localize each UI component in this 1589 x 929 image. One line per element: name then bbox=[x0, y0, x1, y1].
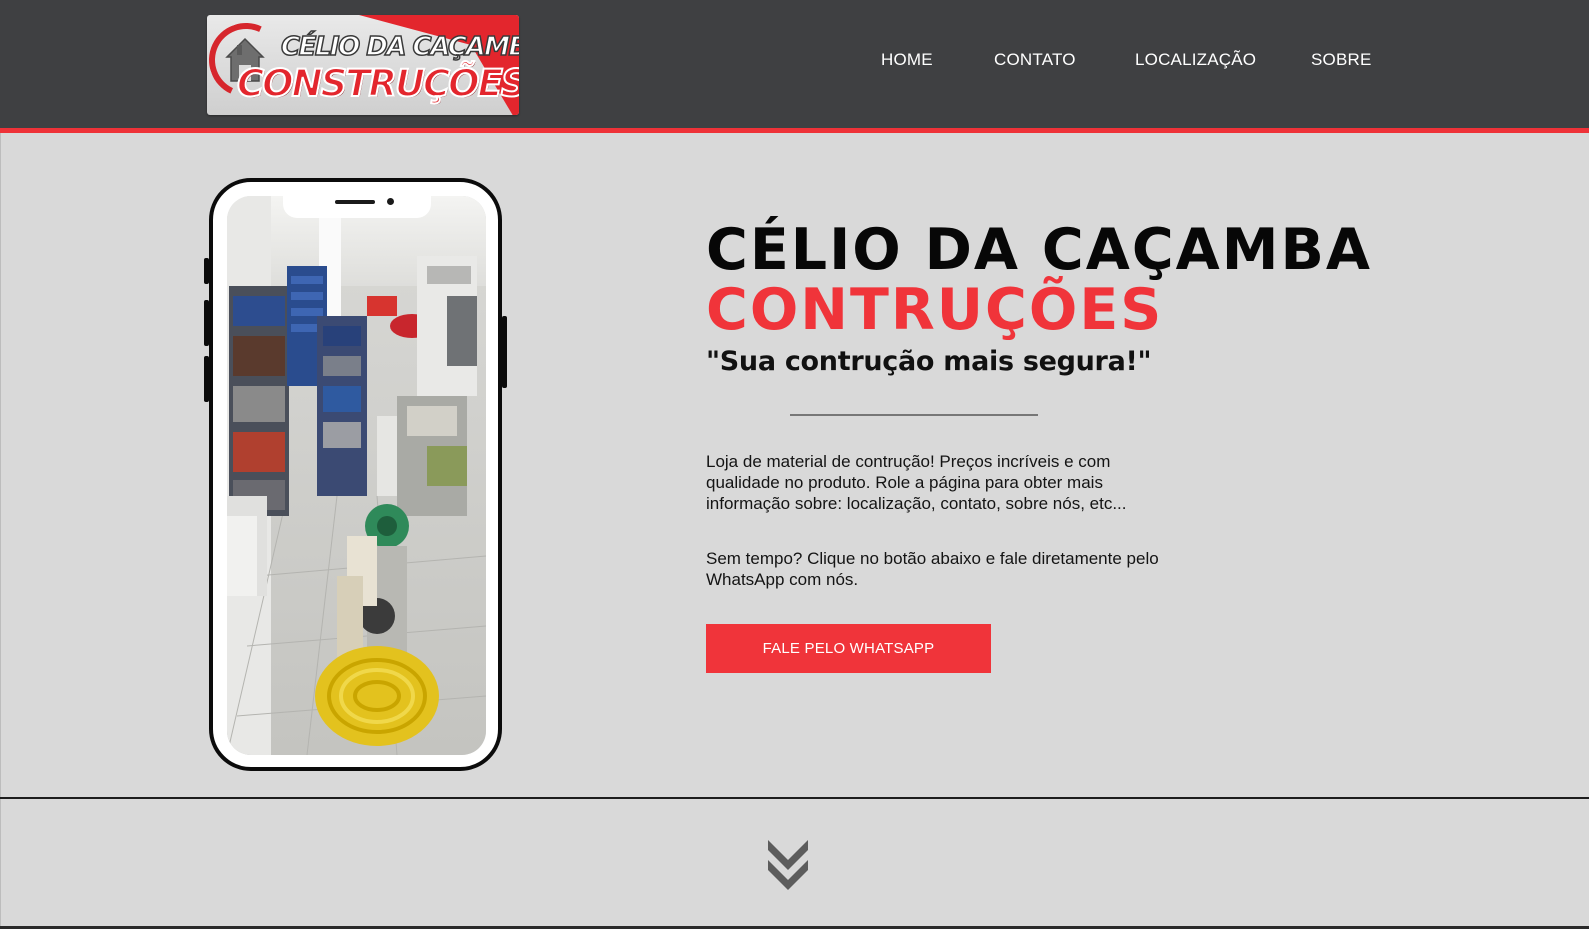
hero-whatsapp-note: Sem tempo? Clique no botão abaixo e fale… bbox=[706, 549, 1159, 589]
logo-line2: CONSTRUÇÕES bbox=[236, 62, 519, 106]
nav-localizacao[interactable]: LOCALIZAÇÃO bbox=[1135, 50, 1256, 70]
hero-title-line1: CÉLIO DA CAÇAMBA bbox=[706, 217, 1373, 283]
store-interior-photo bbox=[227, 196, 486, 755]
whatsapp-button[interactable]: FALE PELO WHATSAPP bbox=[706, 624, 991, 673]
speaker-icon bbox=[335, 200, 375, 204]
phone-volume-up-button bbox=[204, 300, 209, 346]
camera-icon bbox=[387, 198, 394, 205]
phone-mute-button bbox=[204, 258, 209, 284]
nav-home[interactable]: HOME bbox=[881, 50, 933, 70]
brand-logo[interactable]: CÉLIO DA CAÇAMBA CONSTRUÇÕES bbox=[207, 15, 519, 115]
page-edge bbox=[0, 133, 1, 929]
section-divider bbox=[0, 797, 1589, 799]
hero-divider bbox=[790, 414, 1038, 416]
phone-mockup bbox=[204, 178, 507, 771]
phone-power-button bbox=[502, 316, 507, 388]
hero-title-line2: CONTRUÇÕES bbox=[706, 277, 1164, 343]
nav-sobre[interactable]: SOBRE bbox=[1311, 50, 1372, 70]
hero-description: Loja de material de contrução! Preços in… bbox=[706, 452, 1127, 513]
phone-notch bbox=[283, 196, 431, 218]
nav-contato[interactable]: CONTATO bbox=[994, 50, 1076, 70]
phone-screen bbox=[227, 196, 486, 755]
logo-line1: CÉLIO DA CAÇAMBA bbox=[280, 31, 519, 63]
phone-volume-down-button bbox=[204, 356, 209, 402]
hero-slogan: "Sua contrução mais segura!" bbox=[706, 346, 1152, 377]
double-chevron-down-icon[interactable] bbox=[766, 838, 810, 892]
page: CÉLIO DA CAÇAMBA CONSTRUÇÕES HOME CONTAT… bbox=[0, 0, 1589, 929]
site-header: CÉLIO DA CAÇAMBA CONSTRUÇÕES HOME CONTAT… bbox=[0, 0, 1589, 133]
